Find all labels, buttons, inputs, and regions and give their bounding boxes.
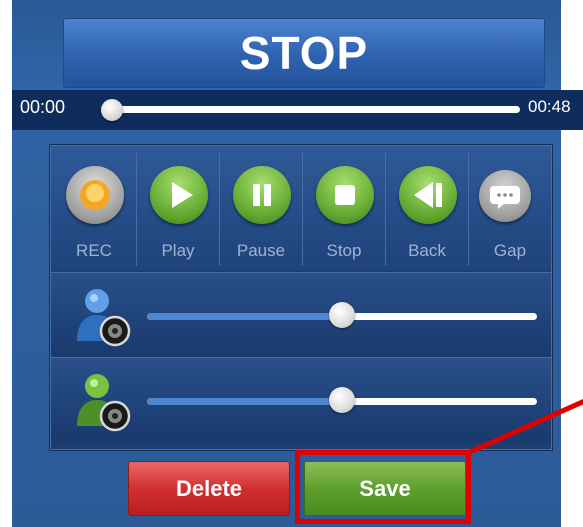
volume-fill-speaker-2 — [147, 398, 342, 405]
pause-label: Pause — [236, 241, 286, 260]
play-button[interactable]: Play — [137, 146, 219, 271]
volume-row-speaker-2 — [51, 357, 551, 442]
speech-bubble-icon — [490, 186, 520, 209]
rec-button[interactable]: REC — [53, 146, 135, 271]
pause-icon — [253, 184, 271, 206]
current-time: 00:00 — [20, 97, 66, 117]
play-icon — [172, 182, 193, 208]
record-icon — [80, 180, 110, 210]
status-title: STOP — [239, 27, 369, 79]
stop-label: Stop — [326, 241, 362, 260]
play-label: Play — [161, 241, 195, 260]
volume-fill-speaker-1 — [147, 313, 342, 320]
back-button[interactable]: Back — [386, 146, 468, 271]
stop-button[interactable]: Stop — [303, 146, 385, 271]
delete-button[interactable]: Delete — [128, 461, 290, 516]
seek-track[interactable] — [112, 106, 520, 113]
volume-row-speaker-1 — [51, 272, 551, 357]
pause-button[interactable]: Pause — [220, 146, 302, 271]
volume-handle-speaker-2[interactable] — [329, 387, 355, 413]
seek-handle[interactable] — [101, 99, 123, 121]
status-title-bar: STOP — [63, 18, 545, 88]
control-box: REC Play Pause Stop Back Gap — [50, 145, 552, 450]
person-speaker-blue-icon — [77, 289, 131, 347]
person-speaker-green-icon — [77, 374, 131, 432]
back-icon — [414, 182, 442, 208]
total-time: 00:48 — [528, 97, 571, 116]
back-label: Back — [408, 241, 446, 260]
left-border — [0, 0, 12, 527]
transport-controls: REC Play Pause Stop Back Gap — [51, 146, 551, 271]
gap-label: Gap — [493, 241, 527, 260]
volume-handle-speaker-1[interactable] — [329, 302, 355, 328]
stop-icon — [335, 185, 355, 205]
right-border — [561, 0, 583, 527]
gap-button[interactable]: Gap — [469, 146, 551, 271]
save-highlight-box — [295, 450, 471, 524]
rec-label: REC — [76, 241, 112, 260]
recorder-screen: STOP 00:00 00:48 REC Play Pause Stop Bac… — [0, 0, 583, 527]
